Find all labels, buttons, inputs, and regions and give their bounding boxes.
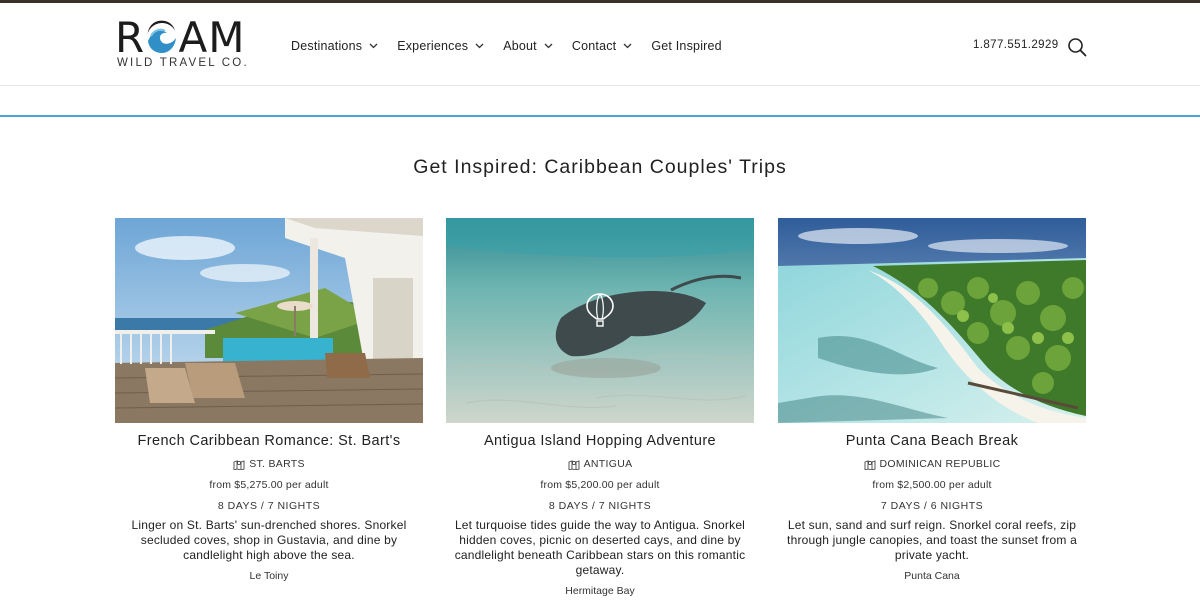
phone-number-link[interactable]: 1.877.551.2929 <box>973 39 1059 51</box>
trip-hotel: Hermitage Bay <box>565 585 635 597</box>
trip-location-label: ANTIGUA <box>583 458 633 470</box>
section-divider <box>0 115 1200 117</box>
trip-description: Linger on St. Barts' sun-drenched shores… <box>131 518 407 562</box>
trip-photo[interactable] <box>778 218 1086 423</box>
nav-item-label: About <box>503 39 537 53</box>
trip-hotel: Le Toiny <box>249 570 289 582</box>
trip-price: from $2,500.00 per adult <box>872 479 992 491</box>
trip-location-label: ST. BARTS <box>249 458 305 470</box>
trip-photo[interactable] <box>446 218 754 423</box>
site-header: ROAM WILD TRAVEL CO. Destinations Experi… <box>0 3 1200 86</box>
villa-terrace-photo <box>115 218 423 423</box>
hot-air-balloon-icon <box>586 293 614 327</box>
brand-tagline: WILD TRAVEL CO. <box>117 57 249 69</box>
chevron-down-icon <box>475 43 484 49</box>
trip-location: ST. BARTS <box>115 458 423 470</box>
trip-location: ANTIGUA <box>446 458 754 470</box>
trip-title[interactable]: Antigua Island Hopping Adventure <box>446 433 754 449</box>
nav-item-label: Destinations <box>291 39 363 53</box>
map-icon <box>233 459 245 470</box>
trip-price: from $5,275.00 per adult <box>209 479 329 491</box>
chevron-down-icon <box>369 43 378 49</box>
map-icon <box>864 459 875 470</box>
trip-duration: 7 DAYS / 6 NIGHTS <box>880 500 984 512</box>
trip-description: Let sun, sand and surf reign. Snorkel co… <box>787 518 1077 562</box>
search-icon[interactable] <box>1067 37 1087 57</box>
nav-item-about[interactable]: About <box>503 39 553 53</box>
main-nav: Destinations Experiences About Contact G… <box>291 36 741 56</box>
trip-hotel: Punta Cana <box>904 570 960 582</box>
nav-item-get-inspired[interactable]: Get Inspired <box>651 39 722 53</box>
trip-location-label: DOMINICAN REPUBLIC <box>879 458 1001 470</box>
nav-item-destinations[interactable]: Destinations <box>291 39 378 53</box>
palm-beach-aerial-photo <box>778 218 1086 423</box>
brand-name: ROAM <box>115 13 246 62</box>
trip-title[interactable]: French Caribbean Romance: St. Bart's <box>115 433 423 449</box>
roam-wave-logo-icon <box>147 23 177 53</box>
trip-card[interactable]: Antigua Island Hopping Adventure ANTIGUA… <box>446 218 754 597</box>
trip-price: from $5,200.00 per adult <box>540 479 660 491</box>
trip-card[interactable]: French Caribbean Romance: St. Bart's ST.… <box>115 218 423 582</box>
trip-description: Let turquoise tides guide the way to Ant… <box>454 518 746 577</box>
chevron-down-icon <box>544 43 553 49</box>
page-title: Get Inspired: Caribbean Couples' Trips <box>413 156 787 178</box>
chevron-down-icon <box>623 43 632 49</box>
brand-logo[interactable]: ROAM WILD TRAVEL CO. <box>115 17 265 75</box>
nav-item-contact[interactable]: Contact <box>572 39 632 53</box>
trip-title[interactable]: Punta Cana Beach Break <box>778 433 1086 449</box>
nav-item-experiences[interactable]: Experiences <box>397 39 484 53</box>
trip-photo[interactable] <box>115 218 423 423</box>
trip-card[interactable]: Punta Cana Beach Break DOMINICAN REPUBLI… <box>778 218 1086 582</box>
trip-duration: 8 DAYS / 7 NIGHTS <box>217 500 321 512</box>
nav-item-label: Get Inspired <box>651 39 722 53</box>
map-icon <box>568 459 580 470</box>
trip-duration: 8 DAYS / 7 NIGHTS <box>548 500 652 512</box>
nav-item-label: Experiences <box>397 39 469 53</box>
nav-item-label: Contact <box>571 39 617 53</box>
trip-location: DOMINICAN REPUBLIC <box>778 458 1086 470</box>
